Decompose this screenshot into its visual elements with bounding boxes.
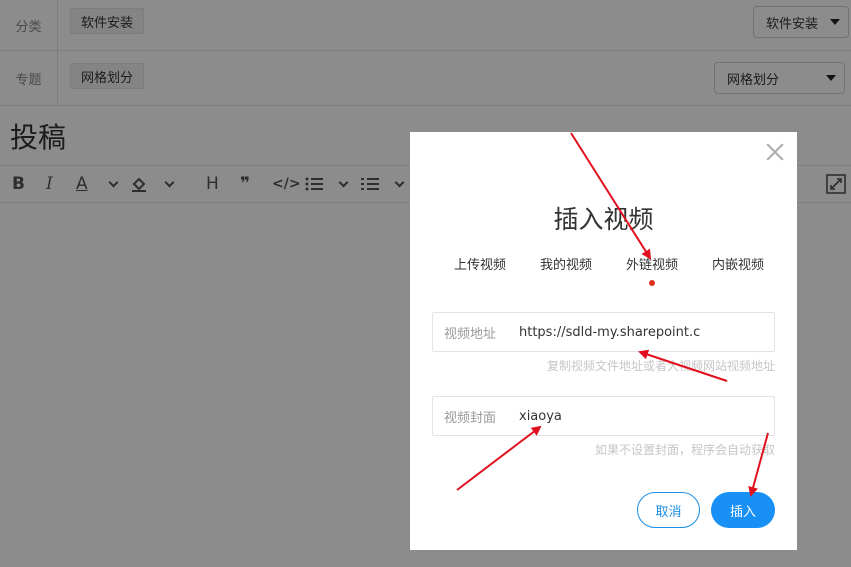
tab-upload-video[interactable]: 上传视频 [454, 254, 506, 273]
close-icon[interactable] [765, 142, 785, 162]
video-cover-hint: 如果不设置封面，程序会自动获取 [594, 443, 775, 457]
dialog-title: 插入视频 [553, 205, 654, 234]
insert-button[interactable]: 插入 [711, 492, 775, 528]
active-tab-indicator [649, 280, 655, 286]
tab-external-video[interactable]: 外链视频 [626, 254, 678, 273]
video-cover-input[interactable] [519, 403, 769, 429]
tab-embed-video[interactable]: 内嵌视频 [712, 254, 764, 273]
video-cover-label: 视频封面 [444, 410, 497, 426]
insert-video-dialog: 插入视频 上传视频 我的视频 外链视频 内嵌视频 视频地址 复制视频文件地址或者… [410, 132, 797, 550]
video-cover-field: 视频封面 [432, 396, 775, 436]
video-source-tabs: 上传视频 我的视频 外链视频 内嵌视频 [440, 254, 780, 290]
video-url-hint: 复制视频文件地址或者大视频网站视频地址 [546, 359, 775, 373]
video-url-label: 视频地址 [444, 326, 497, 342]
tab-my-videos[interactable]: 我的视频 [540, 254, 592, 273]
cancel-button[interactable]: 取消 [637, 492, 700, 528]
video-url-field: 视频地址 [432, 312, 775, 352]
video-url-input[interactable] [519, 319, 769, 345]
